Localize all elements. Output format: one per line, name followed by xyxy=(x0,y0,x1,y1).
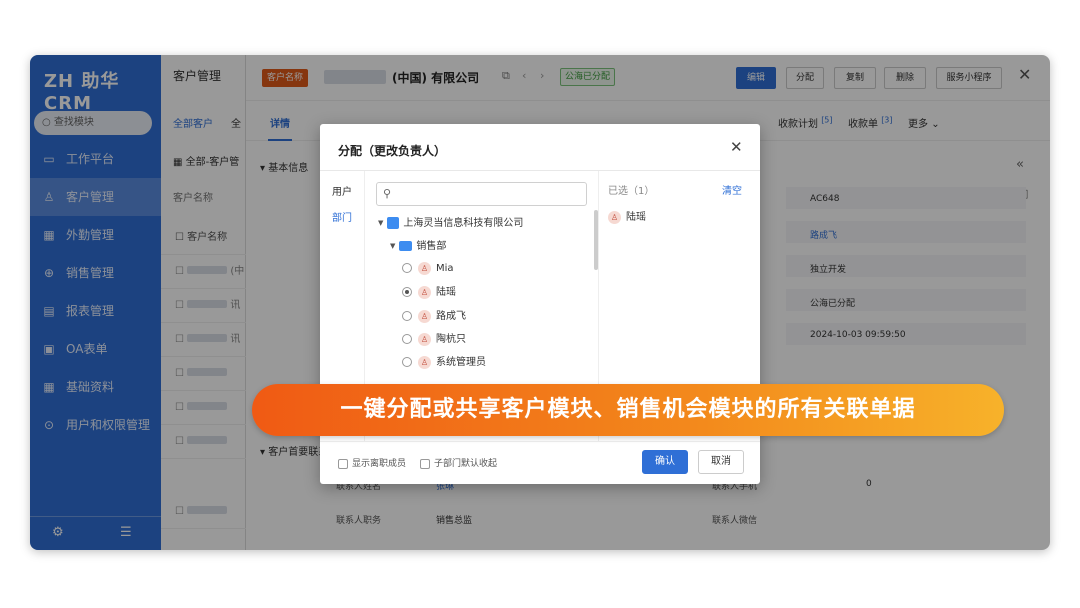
tree-node-user[interactable]: ♙ 系统管理员 xyxy=(402,354,486,372)
avatar: ♙ xyxy=(608,210,621,224)
checkbox-label: 子部门默认收起 xyxy=(434,459,498,469)
checkbox[interactable] xyxy=(338,458,348,469)
avatar: ♙ xyxy=(418,309,431,323)
checkbox-label: 显示离职成员 xyxy=(352,459,407,469)
selected-user[interactable]: ♙ 陆瑶 xyxy=(608,208,646,224)
user-name: 系统管理员 xyxy=(436,357,486,368)
selected-count: 已选（1） xyxy=(608,186,655,197)
tree-label: 上海灵当信息科技有限公司 xyxy=(403,218,524,229)
tree-node-user[interactable]: ♙ 陶杭只 xyxy=(402,331,466,349)
avatar: ♙ xyxy=(418,332,431,346)
tree-node-company[interactable]: ▼ 上海灵当信息科技有限公司 xyxy=(378,214,523,232)
avatar: ♙ xyxy=(418,355,431,369)
dialog-footer: 显示离职成员 子部门默认收起 确认 取消 xyxy=(320,441,760,484)
caret-down-icon: ▼ xyxy=(390,242,396,250)
user-name: 路成飞 xyxy=(436,311,466,322)
avatar: ♙ xyxy=(418,261,431,275)
avatar: ♙ xyxy=(418,285,431,299)
radio-button[interactable] xyxy=(402,263,412,273)
radio-button[interactable] xyxy=(402,357,412,367)
tab-departments[interactable]: 部门 xyxy=(332,209,352,224)
user-search-input[interactable]: ⚲ xyxy=(376,182,587,206)
company-icon xyxy=(387,217,400,229)
show-resigned-checkbox[interactable]: 显示离职成员 xyxy=(338,456,406,469)
tree-node-user[interactable]: ♙ 路成飞 xyxy=(402,308,466,326)
selected-user-name: 陆瑶 xyxy=(626,212,646,223)
close-icon[interactable]: ✕ xyxy=(730,138,743,156)
dialog-title: 分配（更改负责人） xyxy=(338,144,447,158)
tab-users[interactable]: 用户 xyxy=(332,183,352,198)
tree-node-user[interactable]: ♙ 陆瑶 xyxy=(402,284,456,302)
tree-node-department[interactable]: ▼ 销售部 xyxy=(390,237,446,255)
user-name: Mia xyxy=(436,263,454,274)
cancel-button[interactable]: 取消 xyxy=(698,450,744,474)
radio-button[interactable] xyxy=(402,311,412,321)
folder-icon xyxy=(399,241,413,251)
caret-down-icon: ▼ xyxy=(378,219,384,227)
tree-label: 销售部 xyxy=(416,241,447,252)
clear-button[interactable]: 清空 xyxy=(722,182,742,197)
user-name: 陆瑶 xyxy=(436,287,456,298)
radio-button[interactable] xyxy=(402,334,412,344)
checkbox[interactable] xyxy=(420,458,430,469)
sub-dept-collapse-checkbox[interactable]: 子部门默认收起 xyxy=(420,456,497,469)
search-icon: ⚲ xyxy=(383,187,392,200)
tree-node-user[interactable]: ♙ Mia xyxy=(402,260,454,278)
user-name: 陶杭只 xyxy=(436,334,466,345)
promo-banner: 一键分配或共享客户模块、销售机会模块的所有关联单据 xyxy=(252,384,1004,436)
radio-button[interactable] xyxy=(402,287,412,297)
confirm-button[interactable]: 确认 xyxy=(642,450,688,474)
